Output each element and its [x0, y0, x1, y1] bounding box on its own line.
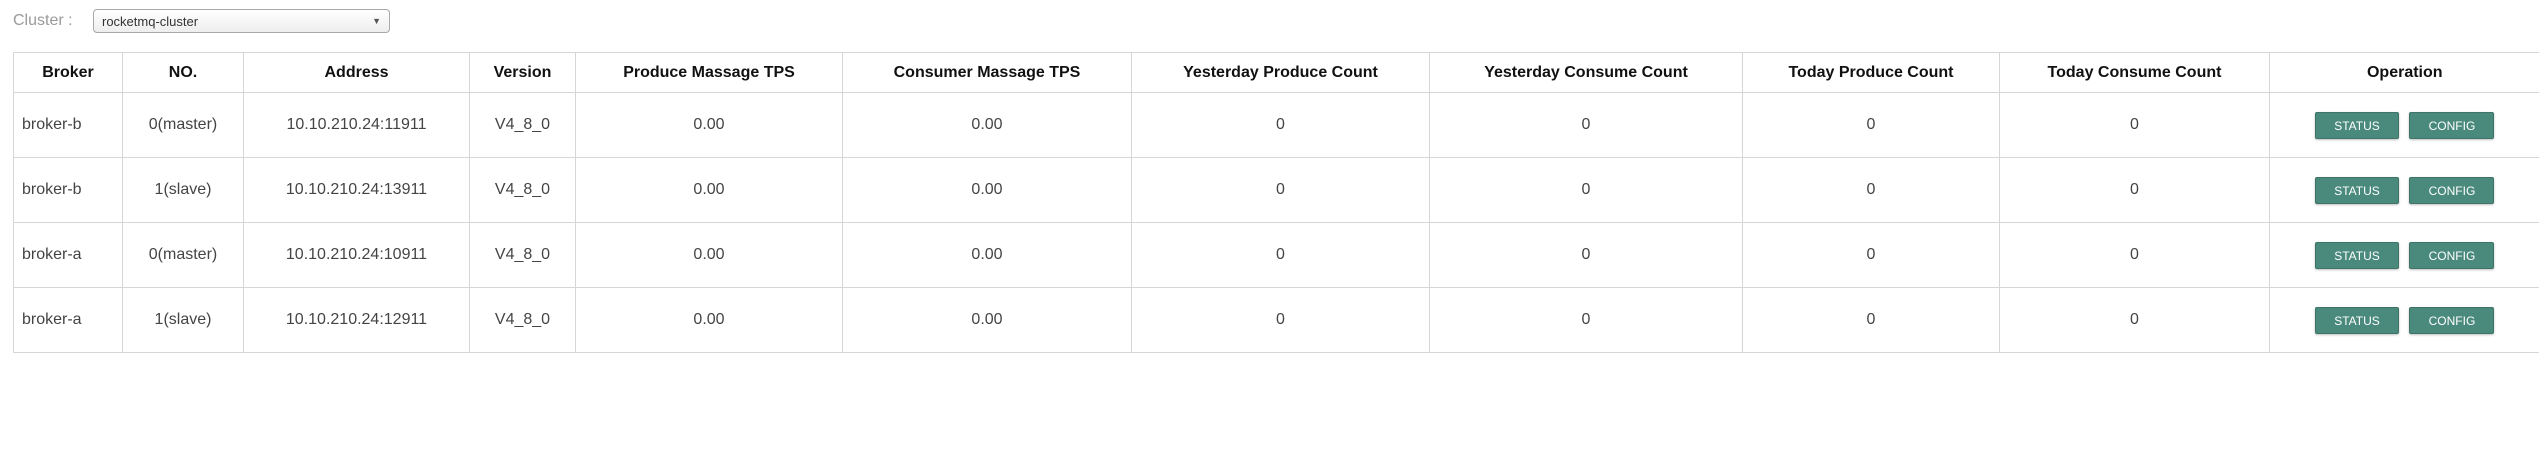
header-today-produce: Today Produce Count — [1742, 52, 2000, 93]
table-row: broker-a 0(master) 10.10.210.24:10911 V4… — [13, 222, 2539, 288]
header-address: Address — [243, 52, 470, 93]
cell-operation: STATUS CONFIG — [2269, 287, 2539, 353]
table-header-row: Broker NO. Address Version Produce Massa… — [13, 52, 2539, 93]
cell-produce-tps: 0.00 — [575, 222, 843, 288]
table-row: broker-a 1(slave) 10.10.210.24:12911 V4_… — [13, 287, 2539, 353]
header-yesterday-consume: Yesterday Consume Count — [1429, 52, 1743, 93]
cell-yesterday-consume: 0 — [1429, 287, 1743, 353]
cell-address: 10.10.210.24:11911 — [243, 92, 470, 158]
cell-consumer-tps: 0.00 — [842, 92, 1132, 158]
cell-produce-tps: 0.00 — [575, 157, 843, 223]
cell-address: 10.10.210.24:12911 — [243, 287, 470, 353]
cell-today-consume: 0 — [1999, 92, 2270, 158]
cell-operation: STATUS CONFIG — [2269, 222, 2539, 288]
config-button[interactable]: CONFIG — [2409, 176, 2495, 204]
cell-version: V4_8_0 — [469, 222, 576, 288]
cell-yesterday-consume: 0 — [1429, 222, 1743, 288]
cluster-select-value: rocketmq-cluster — [102, 13, 199, 29]
cell-no: 0(master) — [122, 222, 244, 288]
cell-produce-tps: 0.00 — [575, 92, 843, 158]
cell-produce-tps: 0.00 — [575, 287, 843, 353]
cell-today-produce: 0 — [1742, 92, 2000, 158]
header-consumer-tps: Consumer Massage TPS — [842, 52, 1132, 93]
cell-address: 10.10.210.24:13911 — [243, 157, 470, 223]
cell-address: 10.10.210.24:10911 — [243, 222, 470, 288]
header-version: Version — [469, 52, 576, 93]
cell-yesterday-consume: 0 — [1429, 92, 1743, 158]
table-row: broker-b 0(master) 10.10.210.24:11911 V4… — [13, 92, 2539, 158]
header-broker: Broker — [13, 52, 123, 93]
cell-broker: broker-b — [13, 92, 123, 158]
config-button[interactable]: CONFIG — [2409, 241, 2495, 269]
table-row: broker-b 1(slave) 10.10.210.24:13911 V4_… — [13, 157, 2539, 223]
status-button[interactable]: STATUS — [2315, 176, 2400, 204]
cell-today-produce: 0 — [1742, 222, 2000, 288]
broker-table-container: Broker NO. Address Version Produce Massa… — [13, 52, 2539, 353]
header-today-consume: Today Consume Count — [1999, 52, 2270, 93]
cell-no: 1(slave) — [122, 157, 244, 223]
cell-version: V4_8_0 — [469, 157, 576, 223]
chevron-down-icon: ▼ — [372, 16, 381, 26]
cluster-select[interactable]: rocketmq-cluster ▼ — [93, 9, 390, 33]
cell-no: 0(master) — [122, 92, 244, 158]
cluster-filter: Cluster : rocketmq-cluster ▼ — [13, 8, 390, 34]
header-produce-tps: Produce Massage TPS — [575, 52, 843, 93]
header-yesterday-produce: Yesterday Produce Count — [1131, 52, 1430, 93]
header-operation: Operation — [2269, 52, 2539, 93]
cell-operation: STATUS CONFIG — [2269, 157, 2539, 223]
cell-yesterday-produce: 0 — [1131, 92, 1430, 158]
cell-version: V4_8_0 — [469, 92, 576, 158]
status-button[interactable]: STATUS — [2315, 306, 2400, 334]
cell-today-consume: 0 — [1999, 157, 2270, 223]
cell-yesterday-produce: 0 — [1131, 287, 1430, 353]
cell-yesterday-consume: 0 — [1429, 157, 1743, 223]
cell-today-consume: 0 — [1999, 222, 2270, 288]
status-button[interactable]: STATUS — [2315, 241, 2400, 269]
cell-yesterday-produce: 0 — [1131, 222, 1430, 288]
status-button[interactable]: STATUS — [2315, 111, 2400, 139]
cell-no: 1(slave) — [122, 287, 244, 353]
cell-yesterday-produce: 0 — [1131, 157, 1430, 223]
broker-table: Broker NO. Address Version Produce Massa… — [13, 52, 2539, 353]
cell-today-produce: 0 — [1742, 157, 2000, 223]
cell-operation: STATUS CONFIG — [2269, 92, 2539, 158]
cell-consumer-tps: 0.00 — [842, 157, 1132, 223]
config-button[interactable]: CONFIG — [2409, 111, 2495, 139]
cell-broker: broker-a — [13, 222, 123, 288]
cell-today-produce: 0 — [1742, 287, 2000, 353]
header-no: NO. — [122, 52, 244, 93]
cluster-label: Cluster : — [13, 12, 73, 29]
cell-broker: broker-a — [13, 287, 123, 353]
cell-version: V4_8_0 — [469, 287, 576, 353]
cell-broker: broker-b — [13, 157, 123, 223]
cell-today-consume: 0 — [1999, 287, 2270, 353]
cell-consumer-tps: 0.00 — [842, 287, 1132, 353]
config-button[interactable]: CONFIG — [2409, 306, 2495, 334]
cell-consumer-tps: 0.00 — [842, 222, 1132, 288]
